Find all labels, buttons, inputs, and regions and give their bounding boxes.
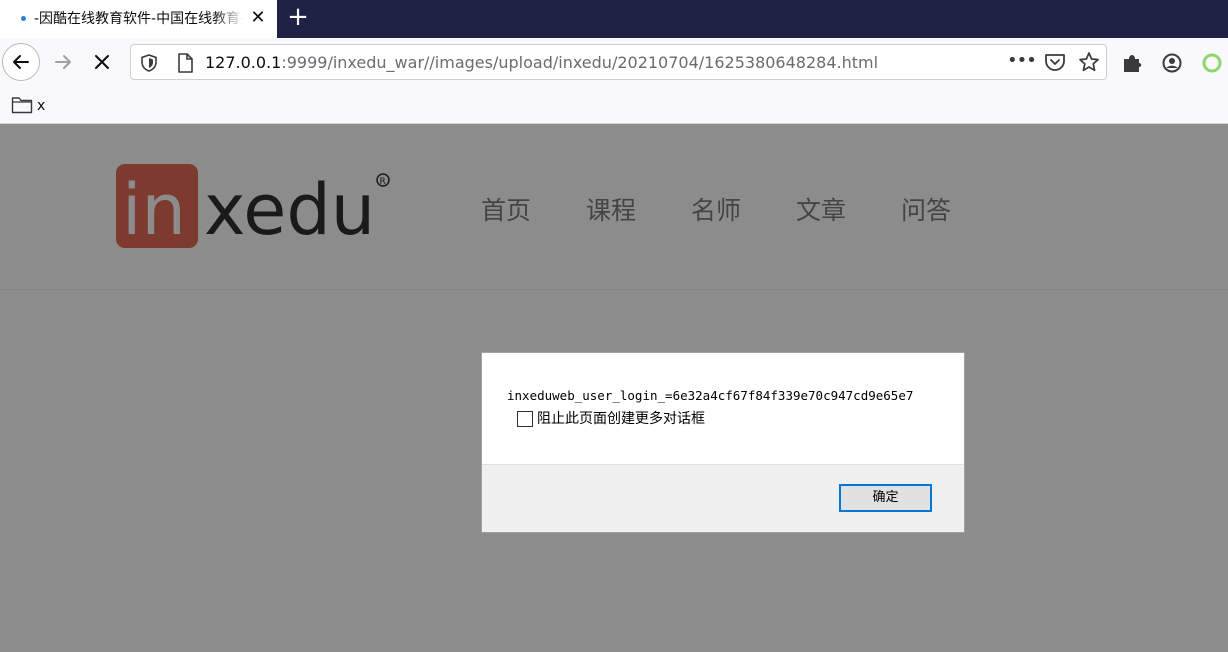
stop-x-icon: [95, 55, 109, 69]
site-header: in xedu R 首页 课程 名师 文章 问答: [0, 124, 1228, 290]
alert-dialog: inxeduweb_user_login_=6e32a4cf67f84f339e…: [481, 352, 965, 533]
prevent-dialogs-checkbox[interactable]: [517, 411, 533, 427]
tracking-protection-shield-icon[interactable]: [139, 53, 159, 73]
extension-status-icon[interactable]: [1201, 52, 1223, 74]
svg-text:xedu: xedu: [204, 169, 375, 250]
account-icon[interactable]: [1161, 52, 1183, 74]
nav-courses[interactable]: 课程: [586, 196, 636, 226]
nav-home[interactable]: 首页: [481, 196, 531, 226]
nav-qa[interactable]: 问答: [901, 196, 951, 226]
forward-arrow-icon: [55, 55, 71, 69]
page-actions-more-icon[interactable]: •••: [1007, 50, 1037, 74]
url-bar[interactable]: 127.0.0.1:9999/inxedu_war//images/upload…: [130, 44, 1107, 80]
url-text[interactable]: 127.0.0.1:9999/inxedu_war//images/upload…: [205, 53, 878, 73]
navigation-toolbar: 127.0.0.1:9999/inxedu_war//images/upload…: [0, 38, 1228, 88]
extensions-puzzle-icon[interactable]: [1121, 52, 1143, 74]
tab-title: -因酷在线教育软件-中国在线教育平台: [34, 11, 244, 27]
pocket-icon[interactable]: [1044, 52, 1066, 72]
back-arrow-icon: [13, 55, 29, 69]
tab-close-icon[interactable]: ✕: [248, 8, 268, 28]
page-info-icon[interactable]: [175, 52, 195, 74]
forward-button[interactable]: [44, 43, 82, 81]
active-tab[interactable]: -因酷在线教育软件-中国在线教育平台 ✕: [0, 0, 277, 38]
stop-button[interactable]: [83, 43, 121, 81]
svg-text:in: in: [122, 169, 186, 250]
url-host: 127.0.0.1: [205, 53, 282, 72]
url-path: :9999/inxedu_war//images/upload/inxedu/2…: [281, 53, 879, 72]
ok-button[interactable]: 确定: [839, 484, 932, 512]
inxedu-logo[interactable]: in xedu R: [116, 164, 396, 250]
folder-icon[interactable]: [11, 96, 33, 114]
loading-indicator-icon: [21, 16, 26, 21]
prevent-dialogs-label[interactable]: 阻止此页面创建更多对话框: [537, 409, 705, 429]
svg-text:R: R: [380, 177, 386, 187]
bookmarks-toolbar: x: [0, 88, 1228, 124]
new-tab-button[interactable]: +: [285, 3, 311, 31]
nav-articles[interactable]: 文章: [796, 196, 846, 226]
nav-teachers[interactable]: 名师: [691, 196, 741, 226]
dialog-footer: 确定: [482, 464, 964, 532]
bookmark-folder-label[interactable]: x: [37, 97, 45, 115]
alert-message: inxeduweb_user_login_=6e32a4cf67f84f339e…: [507, 388, 914, 403]
bookmark-star-icon[interactable]: [1078, 51, 1100, 73]
tab-strip: -因酷在线教育软件-中国在线教育平台 ✕ +: [0, 0, 1228, 38]
back-button[interactable]: [2, 43, 40, 81]
